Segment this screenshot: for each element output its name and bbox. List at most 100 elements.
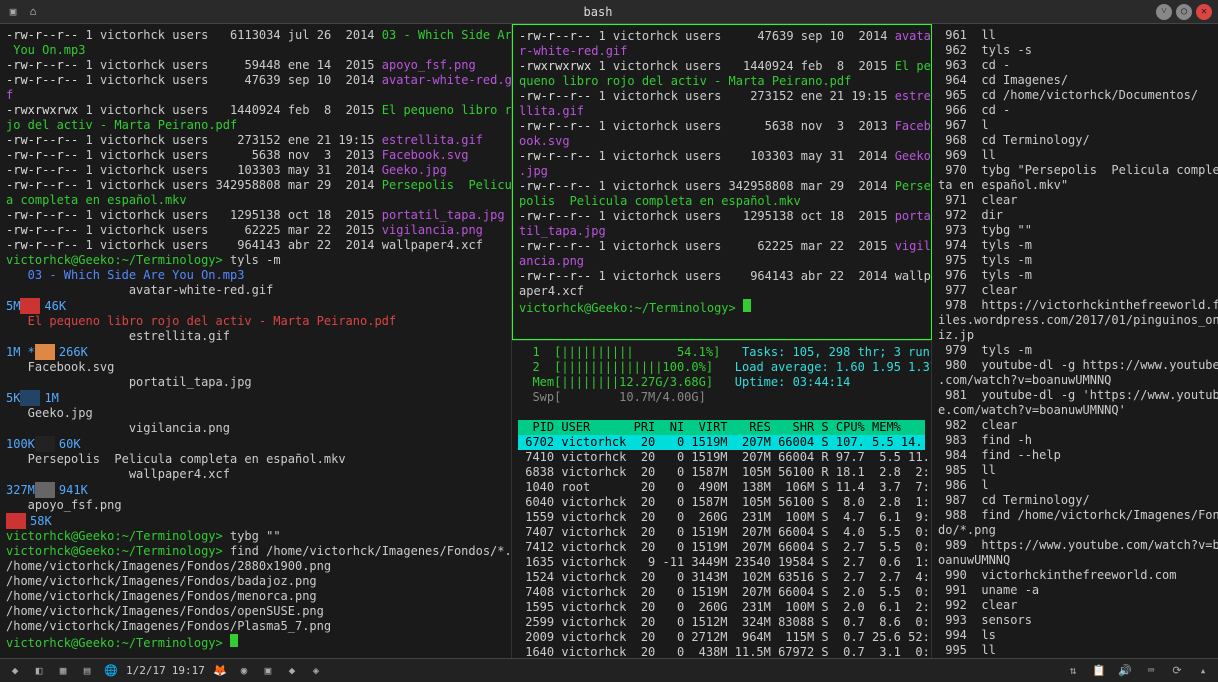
prompt-line[interactable]: victorhck@Geeko:~/Terminology>	[6, 634, 505, 651]
history-line: 973 tybg ""	[938, 223, 1212, 238]
pager-icon[interactable]: ▦	[54, 662, 72, 680]
tyls-filename: Geeko.jpg	[6, 406, 505, 421]
terminal-icon[interactable]: ▣	[259, 662, 277, 680]
htop-process-row[interactable]: 1040 root 20 0 490M 138M 106M S 11.4 3.7…	[518, 480, 925, 495]
thumbnail-icon	[6, 513, 26, 529]
ls-line: -rw-r--r-- 1 victorhck users 1295138 oct…	[519, 209, 925, 224]
htop-process-row[interactable]: 2599 victorhck 20 0 1512M 324M 83088 S 0…	[518, 615, 925, 630]
taskbar-date[interactable]: 1/2/17	[126, 664, 166, 677]
tyls-row: avatar-white-red.gif	[6, 283, 505, 298]
ls-line: -rw-r--r-- 1 victorhck users 342958808 m…	[6, 178, 505, 193]
thumbnail-icon	[20, 298, 40, 314]
tray-clipboard-icon[interactable]: 📋	[1090, 662, 1108, 680]
ls-line-cont: ook.svg	[519, 134, 925, 149]
tray-network-icon[interactable]: ⇅	[1064, 662, 1082, 680]
thumbnail-icon	[35, 344, 55, 360]
history-line: 972 dir	[938, 208, 1212, 223]
window-title: bash	[40, 5, 1156, 19]
terminal-pane-htop[interactable]: 1 [|||||||||| 54.1%] Tasks: 105, 298 thr…	[512, 340, 932, 658]
tray-update-icon[interactable]: ⟳	[1168, 662, 1186, 680]
history-line: 995 ll	[938, 643, 1212, 658]
thumbnail-icon	[35, 482, 55, 498]
chromium-icon[interactable]: ◉	[235, 662, 253, 680]
firefox-icon[interactable]: 🦊	[211, 662, 229, 680]
ls-line: -rw-r--r-- 1 victorhck users 273152 ene …	[6, 133, 505, 148]
htop-process-row[interactable]: 6040 victorhck 20 0 1587M 105M 56100 S 8…	[518, 495, 925, 510]
pin-icon[interactable]: ⌂	[26, 5, 40, 19]
history-line: 965 cd /home/victorhck/Documentos/	[938, 88, 1212, 103]
tray-arrow-icon[interactable]: ▴	[1194, 662, 1212, 680]
kde-menu-icon[interactable]: ◆	[6, 662, 24, 680]
tyls-row: portatil_tapa.jpg	[6, 375, 505, 390]
prompt-line[interactable]: victorhck@Geeko:~/Terminology>	[519, 299, 925, 316]
thumbnail-icon	[20, 390, 40, 406]
history-line: 978 https://victorhckinthefreeworld.f	[938, 298, 1212, 313]
htop-process-row[interactable]: 1635 victorhck 9 -11 3449M 23540 19584 S…	[518, 555, 925, 570]
htop-process-row[interactable]: 2009 victorhck 20 0 2712M 964M 115M S 0.…	[518, 630, 925, 645]
files-icon[interactable]: ▤	[78, 662, 96, 680]
ls-line: -rw-r--r-- 1 victorhck users 5638 nov 3 …	[6, 148, 505, 163]
tyls-size-row: 58K	[6, 513, 505, 529]
history-line: 980 youtube-dl -g https://www.youtube	[938, 358, 1212, 373]
history-line: 967 l	[938, 118, 1212, 133]
history-line: 974 tyls -m	[938, 238, 1212, 253]
maximize-button[interactable]: ○	[1176, 4, 1192, 20]
ls-line: -rw-r--r-- 1 victorhck users 964143 abr …	[6, 238, 505, 253]
ls-line: -rw-r--r-- 1 victorhck users 47639 sep 1…	[519, 29, 925, 44]
ls-line-cont: a completa en español.mkv	[6, 193, 505, 208]
terminal-pane-middle-top[interactable]: -rw-r--r-- 1 victorhck users 47639 sep 1…	[512, 24, 932, 340]
tyls-row: vigilancia.png	[6, 421, 505, 436]
cursor-icon	[230, 634, 238, 647]
taskbar-time[interactable]: 19:17	[172, 664, 205, 677]
htop-process-row[interactable]: 1559 victorhck 20 0 260G 231M 100M S 4.7…	[518, 510, 925, 525]
thumbnail-icon	[35, 436, 55, 452]
htop-process-row[interactable]: 7410 victorhck 20 0 1519M 207M 66004 R 9…	[518, 450, 925, 465]
htop-process-row[interactable]: 1640 victorhck 20 0 438M 11.5M 67972 S 0…	[518, 645, 925, 658]
prompt-line: victorhck@Geeko:~/Terminology> tybg ""	[6, 529, 505, 544]
chat-icon[interactable]: ◈	[307, 662, 325, 680]
prompt-line: victorhck@Geeko:~/Terminology> find /hom…	[6, 544, 505, 559]
ls-line-cont: You On.mp3	[6, 43, 505, 58]
history-line: 962 tyls -s	[938, 43, 1212, 58]
activities-icon[interactable]: ◧	[30, 662, 48, 680]
terminal-pane-left[interactable]: -rw-r--r-- 1 victorhck users 6113034 jul…	[0, 24, 512, 658]
history-line: 975 tyls -m	[938, 253, 1212, 268]
htop-process-row[interactable]: 7407 victorhck 20 0 1519M 207M 66004 S 4…	[518, 525, 925, 540]
htop-process-row[interactable]: 1524 victorhck 20 0 3143M 102M 63516 S 2…	[518, 570, 925, 585]
history-line: 984 find --help	[938, 448, 1212, 463]
history-line: 963 cd -	[938, 58, 1212, 73]
ls-line: -rw-r--r-- 1 victorhck users 5638 nov 3 …	[519, 119, 925, 134]
editor-icon[interactable]: ◆	[283, 662, 301, 680]
htop-mem: Mem[||||||||12.27G/3.68G] Uptime: 03:44:…	[518, 375, 925, 390]
tray-keyboard-icon[interactable]: ⌨	[1142, 662, 1160, 680]
history-line: oanuwUMNNQ	[938, 553, 1212, 568]
history-line: 983 find -h	[938, 433, 1212, 448]
tray-volume-icon[interactable]: 🔊	[1116, 662, 1134, 680]
htop-process-row[interactable]: 6838 victorhck 20 0 1587M 105M 56100 R 1…	[518, 465, 925, 480]
ls-line: -rw-r--r-- 1 victorhck users 62225 mar 2…	[519, 239, 925, 254]
htop-process-row[interactable]: 7412 victorhck 20 0 1519M 207M 66004 S 2…	[518, 540, 925, 555]
htop-process-row[interactable]: 6702 victorhck 20 0 1519M 207M 66004 S 1…	[518, 435, 925, 450]
minimize-button[interactable]: ˅	[1156, 4, 1172, 20]
close-button[interactable]: ✕	[1196, 4, 1212, 20]
ls-line-cont: queno libro rojo del activ - Marta Peira…	[519, 74, 925, 89]
history-line: e.com/watch?v=boanuwUMNNQ'	[938, 403, 1212, 418]
ls-line: -rwxrwxrwx 1 victorhck users 1440924 feb…	[519, 59, 925, 74]
tyls-size-row: 327M 941K	[6, 482, 505, 498]
find-result: /home/victorhck/Imagenes/Fondos/2880x190…	[6, 559, 505, 574]
htop-swp: Swp[ 10.7M/4.00G]	[518, 390, 925, 405]
find-result: /home/victorhck/Imagenes/Fondos/Plasma5_…	[6, 619, 505, 634]
tyls-size-row: 100K 60K	[6, 436, 505, 452]
history-line: ta en español.mkv"	[938, 178, 1212, 193]
ls-line: -rw-r--r-- 1 victorhck users 103303 may …	[6, 163, 505, 178]
htop-process-row[interactable]: 1595 victorhck 20 0 260G 231M 100M S 2.0…	[518, 600, 925, 615]
htop-process-row[interactable]: 7408 victorhck 20 0 1519M 207M 66004 S 2…	[518, 585, 925, 600]
tyls-filename: El pequeno libro rojo del activ - Marta …	[6, 314, 505, 329]
terminal-pane-history[interactable]: 961 ll 962 tyls -s 963 cd - 964 cd Image…	[932, 24, 1218, 658]
ls-line: -rw-r--r-- 1 victorhck users 6113034 jul…	[6, 28, 505, 43]
history-line: 979 tyls -m	[938, 343, 1212, 358]
window-titlebar: ▣ ⌂ bash ˅ ○ ✕	[0, 0, 1218, 24]
history-line: 992 clear	[938, 598, 1212, 613]
history-line: 977 clear	[938, 283, 1212, 298]
globe-icon[interactable]: 🌐	[102, 662, 120, 680]
